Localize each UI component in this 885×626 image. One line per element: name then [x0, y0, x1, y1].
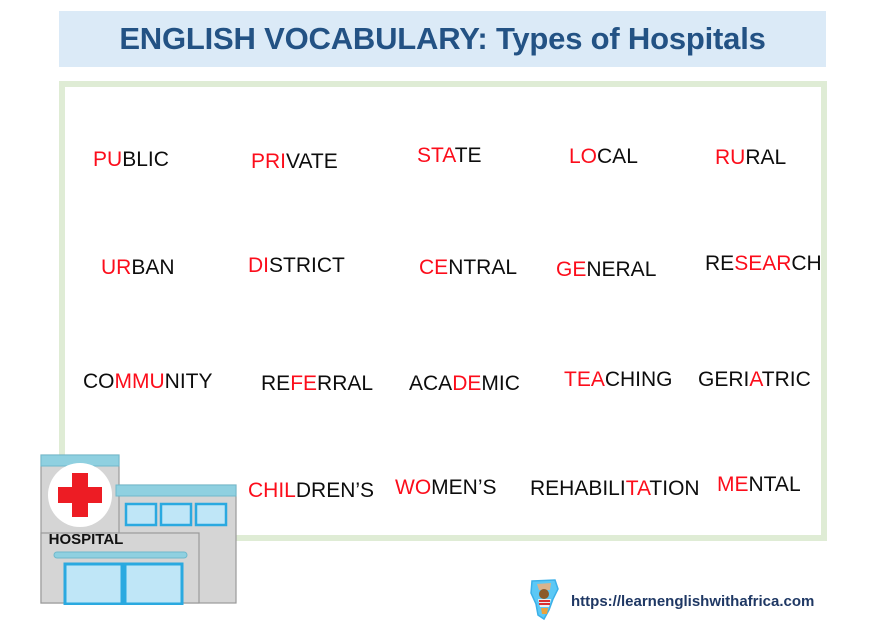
- title-banner: ENGLISH VOCABULARY: Types of Hospitals: [59, 11, 826, 67]
- vocabulary-word-public: PUBLIC: [93, 149, 169, 170]
- word-highlight: FE: [290, 372, 318, 395]
- word-prefix: ACA: [409, 372, 453, 395]
- hospital-illustration: HOSPITAL: [38, 447, 239, 606]
- word-suffix: BAN: [131, 256, 175, 279]
- word-suffix: RAL: [745, 146, 787, 169]
- vocabulary-word-state: STATE: [417, 145, 482, 166]
- word-suffix: MEN’S: [431, 476, 497, 499]
- vocabulary-word-academic: ACADEMIC: [409, 373, 520, 394]
- vocabulary-word-childrens: CHILDREN’S: [248, 480, 374, 501]
- site-footer: https://learnenglishwithafrica.com: [525, 577, 814, 626]
- word-highlight: DE: [452, 372, 482, 395]
- word-prefix: CO: [83, 370, 115, 393]
- word-highlight: PRI: [251, 150, 287, 173]
- word-suffix: BLIC: [122, 148, 169, 171]
- word-suffix: CAL: [597, 145, 638, 168]
- word-suffix: TRIC: [761, 368, 811, 391]
- word-highlight: SEAR: [734, 252, 792, 275]
- vocabulary-word-rehabilitation: REHABILITATION: [530, 478, 700, 499]
- word-prefix: REHABILI: [530, 477, 626, 500]
- vocabulary-word-district: DISTRICT: [248, 255, 345, 276]
- vocabulary-word-research: RESEARCH: [705, 253, 822, 274]
- vocabulary-word-geriatric: GERIATRIC: [698, 369, 811, 390]
- vocabulary-word-central: CENTRAL: [419, 257, 517, 278]
- word-suffix: MIC: [481, 372, 520, 395]
- word-suffix: TION: [649, 477, 700, 500]
- vocabulary-word-community: COMMUNITY: [83, 371, 213, 392]
- word-highlight: DI: [248, 254, 269, 277]
- word-suffix: NTRAL: [448, 256, 518, 279]
- word-highlight: MMU: [114, 370, 165, 393]
- word-suffix: NERAL: [586, 258, 657, 281]
- word-suffix: TE: [454, 144, 482, 167]
- word-suffix: NITY: [164, 370, 213, 393]
- vocabulary-word-teaching: TEACHING: [564, 369, 673, 390]
- word-prefix: RE: [705, 252, 735, 275]
- vocabulary-word-referral: REFERRAL: [261, 373, 373, 394]
- word-prefix: GERI: [698, 368, 750, 391]
- vocabulary-word-womens: WOMEN’S: [395, 477, 497, 498]
- vocabulary-word-rural: RURAL: [715, 147, 786, 168]
- word-suffix: STRICT: [269, 254, 345, 277]
- word-highlight: GE: [556, 258, 587, 281]
- word-highlight: CE: [419, 256, 449, 279]
- vocabulary-word-general: GENERAL: [556, 259, 656, 280]
- word-prefix: RE: [261, 372, 291, 395]
- word-highlight: LO: [569, 145, 598, 168]
- word-highlight: ME: [717, 473, 749, 496]
- vocabulary-word-private: PRIVATE: [251, 151, 338, 172]
- word-suffix: DREN’S: [295, 479, 375, 502]
- word-highlight: TEA: [564, 368, 605, 391]
- word-suffix: CH: [791, 252, 822, 275]
- word-highlight: RU: [715, 146, 746, 169]
- word-highlight: TA: [625, 477, 650, 500]
- word-suffix: CHING: [604, 368, 673, 391]
- word-highlight: WO: [395, 476, 432, 499]
- website-url[interactable]: https://learnenglishwithafrica.com: [571, 593, 814, 610]
- word-highlight: PU: [93, 148, 123, 171]
- hospital-sign-text: HOSPITAL: [49, 531, 124, 548]
- vocabulary-word-urban: URBAN: [101, 257, 175, 278]
- vocabulary-word-local: LOCAL: [569, 146, 638, 167]
- word-highlight: UR: [101, 256, 132, 279]
- vocabulary-word-mental: MENTAL: [717, 474, 801, 495]
- word-suffix: VATE: [286, 150, 338, 173]
- word-suffix: NTAL: [748, 473, 801, 496]
- word-highlight: STA: [417, 144, 455, 167]
- word-highlight: A: [749, 368, 762, 391]
- page-title: ENGLISH VOCABULARY: Types of Hospitals: [119, 21, 766, 56]
- word-suffix: RRAL: [317, 372, 374, 395]
- word-highlight: CHIL: [248, 479, 296, 502]
- africa-logo-icon: [525, 577, 565, 626]
